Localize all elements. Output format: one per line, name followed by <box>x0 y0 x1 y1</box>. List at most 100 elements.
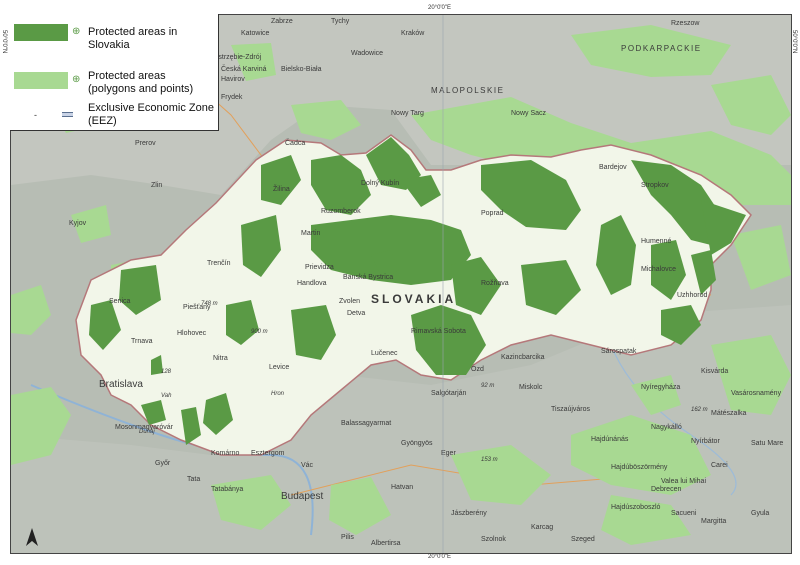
city-roznava: Rožňava <box>481 280 509 287</box>
city-debrecen: Debrecen <box>651 486 681 493</box>
city-hajdunanas: Hajdúnánás <box>591 436 629 443</box>
city-prerov: Prerov <box>135 140 156 147</box>
city-hajduszoboszlo: Hajdúszoboszló <box>611 504 661 511</box>
city-margitta: Margitta <box>701 518 726 525</box>
city-nitra: Nitra <box>213 355 228 362</box>
elevation-label-1: 748 m <box>201 301 218 307</box>
city-zabrze: Zabrze <box>271 18 293 25</box>
city-tatabanya: Tatabánya <box>211 486 243 493</box>
plus-circle-icon: ⊕ <box>72 74 81 85</box>
city-katowice: Katowice <box>241 30 270 37</box>
elevation-label-6: 92 m <box>481 383 494 389</box>
city-humenne: Humenné <box>641 238 671 245</box>
city-salgotarjan: Salgótarján <box>431 390 467 397</box>
city-hlohovec: Hlohovec <box>177 330 207 337</box>
legend-item-protected-slovakia: ⊕ Protected areas in Slovakia <box>10 20 218 51</box>
region-label-podkarpackie: PODKARPACKIE <box>621 44 702 53</box>
city-stropkov: Stropkov <box>641 182 669 189</box>
city-senica: Senica <box>109 298 131 305</box>
city-carei: Carei <box>711 462 728 469</box>
city-miskolc: Miskolc <box>519 384 543 391</box>
city-nagykallo: Nagykálló <box>651 424 682 431</box>
river-label-vah: Vah <box>161 393 172 399</box>
north-arrow-icon <box>26 528 38 546</box>
legend-swatch-dark-green <box>14 24 68 41</box>
city-kyjov: Kyjov <box>69 220 87 227</box>
city-bratislava: Bratislava <box>99 379 143 390</box>
city-uzhhorod: Uzhhorod <box>677 292 707 299</box>
region-label-malopolskie: MALOPOLSKIE <box>431 86 504 95</box>
city-rzeszow: Rzeszow <box>671 20 700 27</box>
city-lucenec: Lučenec <box>371 350 398 357</box>
elevation-label-4: 153 m <box>481 457 498 463</box>
city-hatvan: Hatvan <box>391 484 413 491</box>
city-albertirsa: Albertirsa <box>371 540 401 547</box>
city-kisvarda: Kisvárda <box>701 368 728 375</box>
city-nyirbator: Nyírbátor <box>691 438 720 445</box>
city-gyongyos: Gyöngyös <box>401 440 433 447</box>
river-label-dunaj: Dunaj <box>139 429 155 435</box>
city-michalovce: Michalovce <box>641 266 676 273</box>
city-trencin: Trenčín <box>207 260 231 267</box>
city-valea-lui-mihai: Valea lui Mihai <box>661 478 706 485</box>
city-nyiregyhaza: Nyíregyháza <box>641 384 680 391</box>
country-label: SLOVAKIA <box>371 292 456 306</box>
city-ozd: Ózd <box>471 364 484 373</box>
city-poprad: Poprad <box>481 210 504 217</box>
legend-swatch-eez <box>62 112 73 117</box>
legend-item-eez: - Exclusive Economic Zone (EEZ) <box>10 100 218 130</box>
legend-label-eez: Exclusive Economic Zone (EEZ) <box>88 102 214 127</box>
city-detva: Detva <box>347 310 365 317</box>
city-budapest: Budapest <box>281 491 323 502</box>
city-dolny-kubin: Dolný Kubín <box>361 180 399 187</box>
city-bardejov: Bardejov <box>599 164 627 171</box>
city-banska-bystrica: Banská Bystrica <box>343 274 393 281</box>
city-havirov: Havirov <box>221 76 245 83</box>
city-balassagyarmat: Balassagyarmat <box>341 420 391 427</box>
city-jaszbereny: Jászberény <box>451 510 487 517</box>
city-mateszalka: Mátészalka <box>711 410 747 417</box>
elevation-label-3: 128 <box>161 369 172 375</box>
city-zilina: Žilina <box>273 184 290 193</box>
city-vac: Vác <box>301 462 314 469</box>
legend-label-protected-polygons: Protected areas (polygons and points) <box>88 70 194 95</box>
city-tychy: Tychy <box>331 18 350 25</box>
city-szeged: Szeged <box>571 536 595 543</box>
city-hajduboszormeny: Hajdúböszörmény <box>611 464 668 471</box>
city-szolnok: Szolnok <box>481 536 506 543</box>
city-wadowice: Wadowice <box>351 50 383 57</box>
city-ruzomberok: Ruzomberok <box>321 208 361 215</box>
city-levice: Levice <box>269 364 289 371</box>
city-prievidza: Prievidza <box>305 264 334 271</box>
coord-left: 50°0'0"N <box>1 30 7 54</box>
city-bielsko-biala: Bielsko-Biała <box>281 66 322 73</box>
city-sarospatak: Sárospatak <box>601 348 637 355</box>
coord-bottom: 20°0'0"E <box>428 554 452 560</box>
city-nowy-sacz: Nowy Sacz <box>511 110 547 117</box>
city-cadca: Čadca <box>285 138 305 147</box>
coord-top: 20°0'0"E <box>428 5 452 11</box>
city-trnava: Trnava <box>131 338 153 345</box>
map-legend: ⊕ Protected areas in Slovakia ⊕ Protecte… <box>10 14 219 131</box>
legend-label-protected-slovakia: Protected areas in Slovakia <box>88 26 178 51</box>
city-frydek: Frydek <box>221 94 243 101</box>
city-martin: Martin <box>301 230 321 237</box>
river-label-hron: Hron <box>271 391 285 397</box>
legend-swatch-light-green <box>14 72 68 89</box>
city-pilis: Pilis <box>341 534 354 541</box>
city-eger: Eger <box>441 450 456 457</box>
city-rimavska-sobota: Rimavská Sobota <box>411 328 466 335</box>
city-zvolen: Zvolen <box>339 298 360 305</box>
city-vasarosnameny: Vasárosnamény <box>731 390 782 397</box>
city-esztergom: Esztergom <box>251 450 285 457</box>
elevation-label-2: 900 m <box>251 329 268 335</box>
city-tiszaujvaros: Tiszaújváros <box>551 406 591 413</box>
city-kazincbarcika: Kazincbarcika <box>501 354 545 361</box>
eez-dash: - <box>34 110 37 120</box>
city-handlova: Handlova <box>297 280 327 287</box>
city-krakow: Kraków <box>401 30 425 37</box>
city-sacueni: Sacueni <box>671 510 697 517</box>
plus-circle-icon: ⊕ <box>72 26 81 37</box>
city-karcag: Karcag <box>531 524 553 531</box>
city-nowy-targ: Nowy Targ <box>391 110 424 117</box>
